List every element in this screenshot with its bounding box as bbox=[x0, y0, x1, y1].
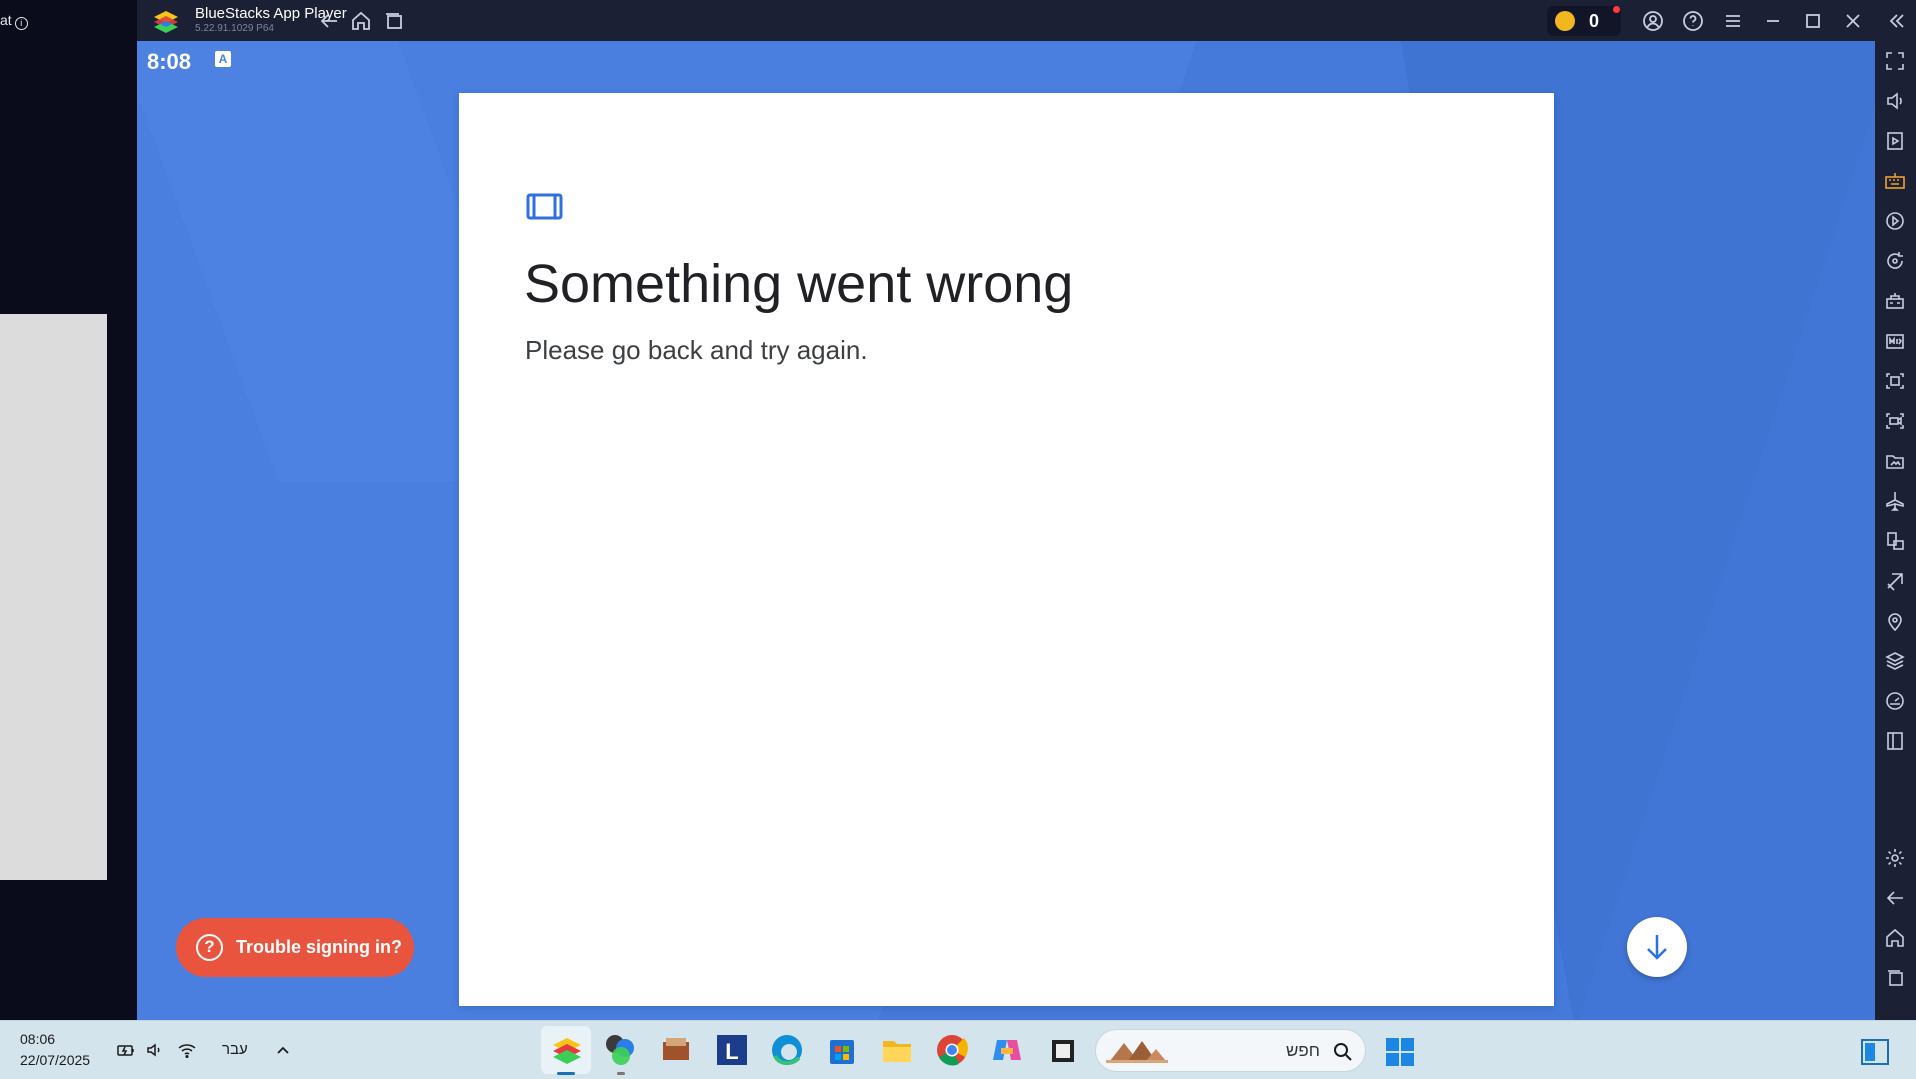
chevron-up-icon[interactable] bbox=[273, 1040, 293, 1060]
speaker-icon[interactable] bbox=[145, 1040, 165, 1060]
recent-apps-icon[interactable] bbox=[382, 9, 406, 33]
collapse-sidebar-icon[interactable] bbox=[1884, 9, 1908, 33]
layers-icon[interactable] bbox=[1884, 650, 1906, 672]
battery-charging-icon[interactable] bbox=[116, 1040, 136, 1060]
coin-count: 0 bbox=[1589, 11, 1600, 31]
coin-counter[interactable]: 0 bbox=[1547, 6, 1621, 36]
windows-start-icon[interactable] bbox=[1385, 1037, 1415, 1067]
clock-time[interactable]: 08:06 bbox=[20, 1031, 55, 1047]
volume-icon[interactable] bbox=[1884, 90, 1906, 112]
sidebar-toggle-icon[interactable] bbox=[1884, 730, 1906, 752]
background-window: at i bbox=[0, 0, 137, 1020]
back-icon[interactable] bbox=[1884, 887, 1906, 909]
menu-icon[interactable] bbox=[1721, 9, 1745, 33]
svg-text:L: L bbox=[725, 1039, 738, 1064]
keyboard-controls-icon[interactable] bbox=[1884, 170, 1906, 192]
file-explorer-taskbar-icon[interactable] bbox=[877, 1030, 917, 1070]
search-placeholder: חפש bbox=[1286, 1041, 1320, 1060]
install-apk-icon[interactable] bbox=[1884, 330, 1906, 352]
taskbar-search[interactable]: חפש bbox=[1095, 1029, 1366, 1072]
screenshot-icon[interactable] bbox=[1884, 370, 1906, 392]
status-bar-time: 8:08 bbox=[147, 49, 192, 74]
maximize-icon[interactable] bbox=[1801, 9, 1825, 33]
close-icon[interactable] bbox=[1841, 9, 1865, 33]
settings-icon[interactable] bbox=[1884, 847, 1906, 869]
store-taskbar-icon[interactable] bbox=[822, 1030, 862, 1070]
chrome-taskbar-icon[interactable] bbox=[932, 1030, 972, 1070]
bluestacks-logo-icon bbox=[154, 11, 178, 33]
notification-a-icon: A bbox=[215, 51, 231, 67]
android-screen: 8:08 A Something went wrong Please go ba… bbox=[137, 41, 1875, 1020]
airplane-mode-icon[interactable] bbox=[1884, 490, 1906, 512]
home-icon[interactable] bbox=[1884, 927, 1906, 949]
bluestacks-taskbar-icon[interactable] bbox=[547, 1030, 587, 1070]
title-bar: BlueStacks App Player 5.22.91.1029 P64 0 bbox=[137, 0, 1916, 41]
trouble-signing-in-label: Trouble signing in? bbox=[236, 937, 402, 957]
rotate-icon[interactable] bbox=[1884, 250, 1906, 272]
right-sidebar bbox=[1875, 41, 1916, 1020]
fullscreen-icon[interactable] bbox=[1884, 50, 1906, 72]
background-window-text: at i bbox=[0, 12, 28, 30]
notification-dot bbox=[1613, 6, 1620, 13]
error-subtitle: Please go back and try again. bbox=[525, 335, 868, 365]
media-manager-icon[interactable] bbox=[1884, 130, 1906, 152]
multi-instance-icon[interactable] bbox=[1884, 530, 1906, 552]
coin-icon bbox=[1555, 11, 1575, 31]
tablet-icon bbox=[526, 193, 563, 220]
trouble-signing-in-button[interactable]: ? Trouble signing in? bbox=[176, 918, 414, 977]
back-arrow-icon[interactable] bbox=[317, 9, 341, 33]
app-taskbar-icon[interactable] bbox=[656, 1030, 696, 1070]
error-card: Something went wrong Please go back and … bbox=[459, 93, 1554, 1006]
error-heading: Something went wrong bbox=[524, 254, 1074, 314]
widgets-icon[interactable] bbox=[1860, 1037, 1890, 1067]
bluestacks-window: BlueStacks App Player 5.22.91.1029 P64 0 bbox=[137, 0, 1916, 1020]
screen-record-icon[interactable] bbox=[1884, 410, 1906, 432]
folder-icon[interactable] bbox=[1884, 450, 1906, 472]
app-version: 5.22.91.1029 P64 bbox=[195, 23, 274, 34]
minimize-icon[interactable] bbox=[1761, 9, 1785, 33]
eco-mode-icon[interactable] bbox=[1884, 570, 1906, 592]
app-10-taskbar-icon[interactable] bbox=[1043, 1030, 1083, 1070]
multi-instance-taskbar-icon[interactable] bbox=[601, 1030, 641, 1070]
running-indicator bbox=[557, 1072, 575, 1075]
wifi-icon[interactable] bbox=[177, 1040, 197, 1060]
search-icon bbox=[1334, 1043, 1352, 1061]
help-icon[interactable] bbox=[1681, 9, 1705, 33]
search-highlight-image bbox=[1106, 1041, 1168, 1063]
home-icon[interactable] bbox=[349, 9, 373, 33]
copilot-taskbar-icon[interactable] bbox=[987, 1030, 1027, 1070]
info-icon: i bbox=[14, 17, 28, 30]
scroll-down-button[interactable] bbox=[1627, 917, 1687, 977]
edge-taskbar-icon[interactable] bbox=[767, 1030, 807, 1070]
game-controls-icon[interactable] bbox=[1884, 290, 1906, 312]
windows-taskbar: 08:06 22/07/2025 עבר L חפש bbox=[0, 1020, 1916, 1079]
account-icon[interactable] bbox=[1641, 9, 1665, 33]
l-app-taskbar-icon[interactable]: L bbox=[712, 1030, 752, 1070]
performance-icon[interactable] bbox=[1884, 690, 1906, 712]
arrow-down-icon bbox=[1647, 935, 1667, 960]
recents-icon[interactable] bbox=[1884, 967, 1906, 989]
language-indicator[interactable]: עבר bbox=[222, 1041, 248, 1058]
running-indicator bbox=[617, 1072, 625, 1075]
background-window-panel bbox=[0, 314, 107, 880]
clock-date[interactable]: 22/07/2025 bbox=[20, 1052, 90, 1068]
location-icon[interactable] bbox=[1884, 610, 1906, 632]
macro-recorder-icon[interactable] bbox=[1884, 210, 1906, 232]
help-circle-icon: ? bbox=[196, 934, 223, 961]
